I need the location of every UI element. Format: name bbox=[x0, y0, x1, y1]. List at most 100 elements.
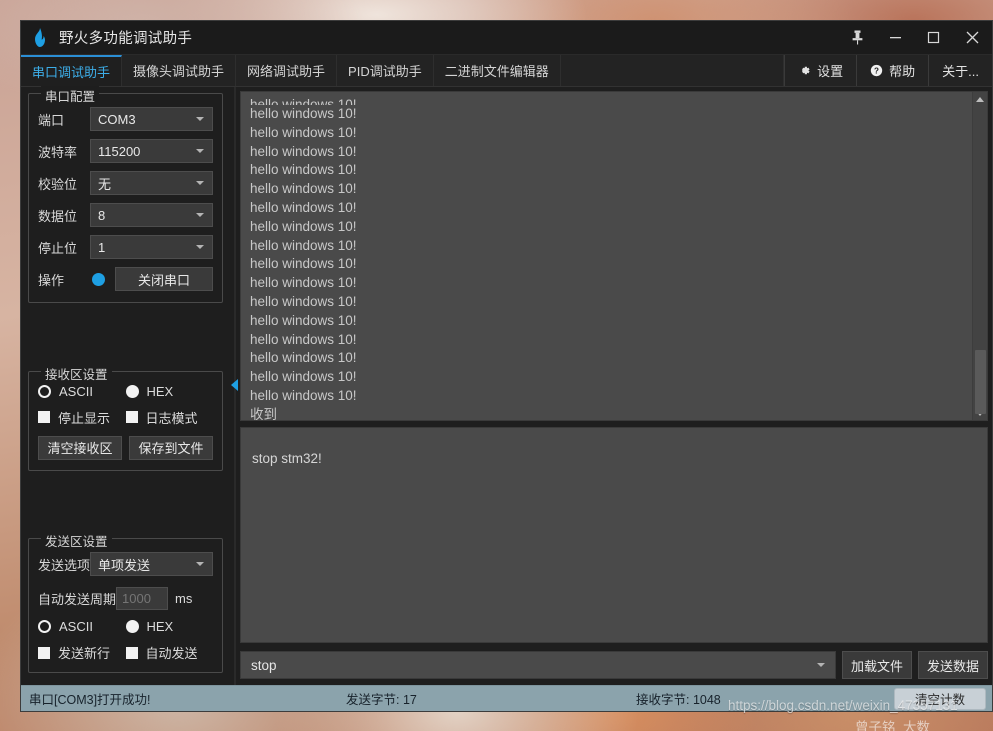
send-option-value: 单项发送 bbox=[98, 557, 151, 573]
help-button[interactable]: ? 帮助 bbox=[856, 55, 929, 86]
send-option-label: 发送选项 bbox=[38, 557, 91, 573]
radio-icon bbox=[125, 620, 139, 633]
baudrate-select[interactable]: 115200 bbox=[90, 139, 213, 163]
field-port: 端口 COM3 bbox=[38, 106, 213, 132]
tabbar-spacer bbox=[560, 55, 785, 86]
receive-format-row: ASCII HEX bbox=[38, 384, 213, 399]
received-bytes-label: 接收字节: 1048 bbox=[636, 693, 721, 707]
panel-splitter[interactable] bbox=[230, 87, 240, 685]
receive-partial-line: hello windows 10! bbox=[250, 97, 357, 105]
scrollbar-thumb[interactable] bbox=[975, 350, 986, 414]
receive-ascii-radio[interactable]: ASCII bbox=[38, 384, 126, 399]
close-icon[interactable] bbox=[952, 21, 992, 55]
save-to-file-button[interactable]: 保存到文件 bbox=[129, 435, 213, 460]
flame-icon bbox=[29, 27, 51, 49]
status-message: 串口[COM3]打开成功! bbox=[29, 693, 151, 707]
pin-icon[interactable] bbox=[838, 21, 876, 55]
tab-serial-debug[interactable]: 串口调试助手 bbox=[21, 55, 123, 86]
radio-icon bbox=[38, 384, 51, 398]
log-mode-label: 日志模式 bbox=[145, 410, 198, 426]
databits-label: 数据位 bbox=[38, 208, 78, 224]
left-panel-spacer-top bbox=[28, 309, 223, 371]
stopbits-select[interactable]: 1 bbox=[90, 235, 213, 259]
parity-select[interactable]: 无 bbox=[90, 171, 213, 195]
tab-camera-debug[interactable]: 摄像头调试助手 bbox=[122, 55, 237, 86]
chevron-down-icon bbox=[196, 245, 204, 249]
databits-value: 8 bbox=[98, 207, 106, 223]
receive-checkbox-row: 停止显示 日志模式 bbox=[38, 408, 213, 427]
checkbox-icon bbox=[38, 646, 50, 659]
port-value: COM3 bbox=[98, 111, 136, 127]
databits-select[interactable]: 8 bbox=[90, 203, 213, 227]
field-parity: 校验位 无 bbox=[38, 170, 213, 196]
receive-ascii-label: ASCII bbox=[59, 383, 93, 399]
receive-hex-radio[interactable]: HEX bbox=[125, 384, 214, 399]
maximize-icon[interactable] bbox=[914, 21, 952, 55]
settings-label: 设置 bbox=[817, 64, 844, 79]
send-history-combo[interactable]: stop bbox=[240, 651, 836, 679]
auto-send-period-label: 自动发送周期 bbox=[38, 591, 117, 607]
auto-send-checkbox[interactable]: 自动发送 bbox=[125, 643, 214, 662]
scrollbar-track[interactable] bbox=[973, 106, 987, 414]
chevron-down-icon bbox=[196, 149, 204, 153]
main-body: 串口配置 端口 COM3 波特率 115200 校验位 无 数据位 8 停止位 … bbox=[21, 86, 992, 685]
sent-bytes-label: 发送字节: 17 bbox=[346, 693, 417, 707]
tab-pid-debug[interactable]: PID调试助手 bbox=[337, 55, 434, 86]
operation-label: 操作 bbox=[38, 272, 65, 288]
app-window: 野火多功能调试助手 串口调试助手 摄像头调试助手 网络调试助手 PID调试助手 … bbox=[20, 20, 993, 712]
tab-binary-editor[interactable]: 二进制文件编辑器 bbox=[433, 55, 561, 86]
auto-send-period-input[interactable] bbox=[116, 586, 169, 610]
status-bar: 串口[COM3]打开成功! 发送字节: 17 接收字节: 1048 清空计数 bbox=[21, 685, 992, 711]
receive-settings-group: 接收区设置 ASCII HEX 停止显示 日志模式 清空接收区 保存到文件 bbox=[28, 363, 223, 471]
send-newline-checkbox[interactable]: 发送新行 bbox=[38, 643, 126, 662]
send-data-button[interactable]: 发送数据 bbox=[918, 651, 988, 679]
scroll-up-arrow-icon[interactable] bbox=[973, 92, 987, 106]
log-mode-checkbox[interactable]: 日志模式 bbox=[125, 408, 214, 427]
chevron-down-icon bbox=[196, 181, 204, 185]
receive-text-content: hello windows 10! hello windows 10! hell… bbox=[250, 106, 357, 420]
serial-config-group: 串口配置 端口 COM3 波特率 115200 校验位 无 数据位 8 停止位 … bbox=[28, 86, 223, 303]
send-format-row: ASCII HEX bbox=[38, 619, 213, 634]
auto-send-label: 自动发送 bbox=[145, 646, 198, 661]
send-hex-label: HEX bbox=[146, 619, 174, 634]
send-textarea[interactable]: stop stm32! bbox=[240, 427, 988, 643]
close-serial-button[interactable]: 关闭串口 bbox=[115, 267, 213, 291]
tab-network-debug[interactable]: 网络调试助手 bbox=[236, 55, 338, 86]
checkbox-icon bbox=[38, 411, 50, 423]
radio-icon bbox=[125, 384, 139, 398]
send-settings-group: 发送区设置 发送选项 单项发送 自动发送周期 ms AS bbox=[28, 531, 223, 673]
checkbox-icon bbox=[125, 411, 138, 423]
receive-buttons-row: 清空接收区 保存到文件 bbox=[38, 435, 213, 460]
left-config-panel: 串口配置 端口 COM3 波特率 115200 校验位 无 数据位 8 停止位 … bbox=[21, 86, 230, 685]
stop-display-checkbox[interactable]: 停止显示 bbox=[38, 408, 126, 427]
field-databits: 数据位 8 bbox=[38, 202, 213, 228]
title-bar: 野火多功能调试助手 bbox=[21, 21, 992, 55]
settings-button[interactable]: 设置 bbox=[784, 55, 857, 86]
clear-receive-button[interactable]: 清空接收区 bbox=[38, 435, 122, 460]
baudrate-value: 115200 bbox=[98, 143, 141, 159]
send-ascii-radio[interactable]: ASCII bbox=[38, 619, 126, 634]
minimize-icon[interactable] bbox=[876, 21, 914, 55]
clear-count-button[interactable]: 清空计数 bbox=[894, 687, 986, 710]
field-baudrate: 波特率 115200 bbox=[38, 138, 213, 164]
receive-settings-title: 接收区设置 bbox=[41, 363, 112, 383]
watermark-author: 曾子铭_大数 bbox=[855, 720, 931, 731]
port-select[interactable]: COM3 bbox=[90, 107, 213, 131]
send-option-select[interactable]: 单项发送 bbox=[90, 552, 213, 576]
tab-bar: 串口调试助手 摄像头调试助手 网络调试助手 PID调试助手 二进制文件编辑器 设… bbox=[21, 55, 992, 87]
receive-scrollbar[interactable] bbox=[972, 92, 987, 420]
load-file-button[interactable]: 加载文件 bbox=[842, 651, 912, 679]
receive-text[interactable]: hello windows 10! hello windows 10! hello… bbox=[241, 92, 972, 420]
about-button[interactable]: 关于... bbox=[928, 55, 992, 86]
right-content-padding: hello windows 10! hello windows 10! hello… bbox=[240, 87, 992, 685]
collapse-left-arrow-icon[interactable] bbox=[231, 379, 238, 391]
send-ascii-label: ASCII bbox=[59, 619, 93, 634]
stop-display-label: 停止显示 bbox=[58, 410, 111, 426]
receive-display-area: hello windows 10! hello windows 10! hello… bbox=[240, 91, 988, 421]
chevron-down-icon bbox=[817, 663, 825, 667]
parity-label: 校验位 bbox=[38, 176, 78, 192]
right-content-area: hello windows 10! hello windows 10! hello… bbox=[240, 87, 992, 685]
chevron-down-icon bbox=[196, 117, 204, 121]
send-hex-radio[interactable]: HEX bbox=[125, 619, 214, 634]
status-led bbox=[92, 272, 105, 286]
